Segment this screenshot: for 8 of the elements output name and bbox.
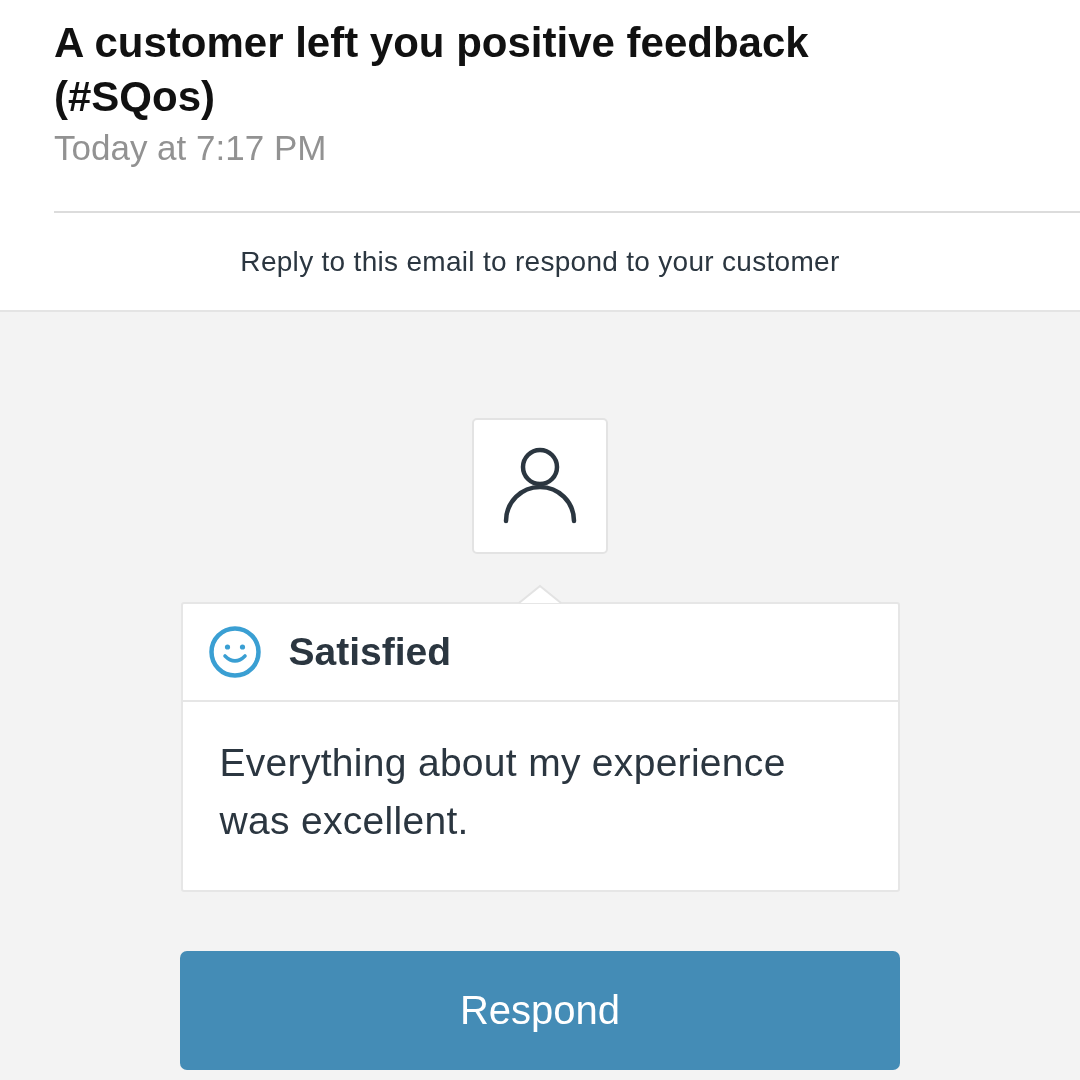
smiley-icon bbox=[207, 625, 262, 679]
feedback-comment: Everything about my experience was excellent. bbox=[218, 740, 787, 844]
person-icon bbox=[472, 418, 608, 554]
rating-label: Satisfied bbox=[288, 630, 452, 674]
email-timestamp: Today at 7:17 PM bbox=[54, 127, 328, 169]
notice-text: Reply to this email to respond to your customer bbox=[240, 245, 840, 278]
email-subject: A customer left you positive feedback (#SQos) bbox=[54, 18, 810, 122]
respond-button[interactable]: Respond bbox=[180, 951, 900, 1070]
